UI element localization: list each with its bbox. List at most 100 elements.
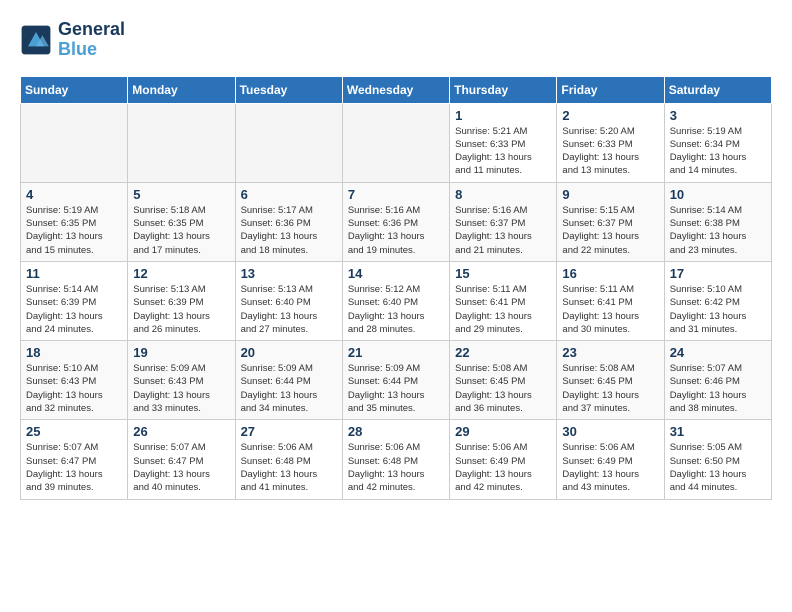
day-cell: 2 Sunrise: 5:20 AM Sunset: 6:33 PM Daylig… bbox=[557, 103, 664, 182]
day-info: Sunrise: 5:16 AM Sunset: 6:36 PM Dayligh… bbox=[348, 204, 444, 257]
day-number: 19 bbox=[133, 345, 229, 360]
day-cell bbox=[128, 103, 235, 182]
day-number: 2 bbox=[562, 108, 658, 123]
day-info: Sunrise: 5:17 AM Sunset: 6:36 PM Dayligh… bbox=[241, 204, 337, 257]
day-number: 1 bbox=[455, 108, 551, 123]
day-number: 8 bbox=[455, 187, 551, 202]
day-cell: 25 Sunrise: 5:07 AM Sunset: 6:47 PM Dayli… bbox=[21, 420, 128, 499]
day-cell: 1 Sunrise: 5:21 AM Sunset: 6:33 PM Daylig… bbox=[450, 103, 557, 182]
day-cell: 18Sunrise: 5:10 AM Sunset: 6:43 PM Dayli… bbox=[21, 341, 128, 420]
day-info: Sunrise: 5:13 AM Sunset: 6:40 PM Dayligh… bbox=[241, 283, 337, 336]
day-info: Sunrise: 5:21 AM Sunset: 6:33 PM Dayligh… bbox=[455, 125, 551, 178]
logo-text: General Blue bbox=[58, 20, 125, 60]
day-info: Sunrise: 5:08 AM Sunset: 6:45 PM Dayligh… bbox=[455, 362, 551, 415]
page-header: General Blue bbox=[20, 20, 772, 60]
day-number: 6 bbox=[241, 187, 337, 202]
day-cell: 13Sunrise: 5:13 AM Sunset: 6:40 PM Dayli… bbox=[235, 261, 342, 340]
week-row-3: 11 Sunrise: 5:14 AM Sunset: 6:39 PM Dayli… bbox=[21, 261, 772, 340]
day-number: 14 bbox=[348, 266, 444, 281]
day-info: Sunrise: 5:10 AM Sunset: 6:42 PM Dayligh… bbox=[670, 283, 766, 336]
week-row-4: 18Sunrise: 5:10 AM Sunset: 6:43 PM Dayli… bbox=[21, 341, 772, 420]
day-number: 31 bbox=[670, 424, 766, 439]
day-cell: 5 Sunrise: 5:18 AM Sunset: 6:35 PM Daylig… bbox=[128, 182, 235, 261]
day-cell: 4 Sunrise: 5:19 AM Sunset: 6:35 PM Daylig… bbox=[21, 182, 128, 261]
day-number: 10 bbox=[670, 187, 766, 202]
day-info: Sunrise: 5:12 AM Sunset: 6:40 PM Dayligh… bbox=[348, 283, 444, 336]
logo-icon bbox=[20, 24, 52, 56]
day-number: 20 bbox=[241, 345, 337, 360]
day-info: Sunrise: 5:09 AM Sunset: 6:44 PM Dayligh… bbox=[241, 362, 337, 415]
day-cell: 10 Sunrise: 5:14 AM Sunset: 6:38 PM Dayli… bbox=[664, 182, 771, 261]
day-info: Sunrise: 5:06 AM Sunset: 6:49 PM Dayligh… bbox=[455, 441, 551, 494]
day-number: 25 bbox=[26, 424, 122, 439]
day-info: Sunrise: 5:14 AM Sunset: 6:39 PM Dayligh… bbox=[26, 283, 122, 336]
day-cell: 14 Sunrise: 5:12 AM Sunset: 6:40 PM Dayli… bbox=[342, 261, 449, 340]
day-cell: 7 Sunrise: 5:16 AM Sunset: 6:36 PM Daylig… bbox=[342, 182, 449, 261]
day-cell: 29 Sunrise: 5:06 AM Sunset: 6:49 PM Dayli… bbox=[450, 420, 557, 499]
header-sunday: Sunday bbox=[21, 76, 128, 103]
day-info: Sunrise: 5:06 AM Sunset: 6:48 PM Dayligh… bbox=[241, 441, 337, 494]
day-info: Sunrise: 5:15 AM Sunset: 6:37 PM Dayligh… bbox=[562, 204, 658, 257]
day-info: Sunrise: 5:07 AM Sunset: 6:46 PM Dayligh… bbox=[670, 362, 766, 415]
header-tuesday: Tuesday bbox=[235, 76, 342, 103]
day-cell: 3Sunrise: 5:19 AM Sunset: 6:34 PM Daylig… bbox=[664, 103, 771, 182]
day-number: 22 bbox=[455, 345, 551, 360]
calendar-header-row: SundayMondayTuesdayWednesdayThursdayFrid… bbox=[21, 76, 772, 103]
day-cell: 6 Sunrise: 5:17 AM Sunset: 6:36 PM Daylig… bbox=[235, 182, 342, 261]
day-info: Sunrise: 5:05 AM Sunset: 6:50 PM Dayligh… bbox=[670, 441, 766, 494]
day-cell: 19 Sunrise: 5:09 AM Sunset: 6:43 PM Dayli… bbox=[128, 341, 235, 420]
day-cell: 30 Sunrise: 5:06 AM Sunset: 6:49 PM Dayli… bbox=[557, 420, 664, 499]
day-info: Sunrise: 5:14 AM Sunset: 6:38 PM Dayligh… bbox=[670, 204, 766, 257]
day-number: 18 bbox=[26, 345, 122, 360]
day-number: 5 bbox=[133, 187, 229, 202]
day-number: 29 bbox=[455, 424, 551, 439]
header-friday: Friday bbox=[557, 76, 664, 103]
day-number: 12 bbox=[133, 266, 229, 281]
day-cell: 20 Sunrise: 5:09 AM Sunset: 6:44 PM Dayli… bbox=[235, 341, 342, 420]
day-cell: 15Sunrise: 5:11 AM Sunset: 6:41 PM Dayli… bbox=[450, 261, 557, 340]
day-cell: 28 Sunrise: 5:06 AM Sunset: 6:48 PM Dayli… bbox=[342, 420, 449, 499]
day-number: 24 bbox=[670, 345, 766, 360]
week-row-1: 1 Sunrise: 5:21 AM Sunset: 6:33 PM Daylig… bbox=[21, 103, 772, 182]
logo: General Blue bbox=[20, 20, 125, 60]
day-number: 27 bbox=[241, 424, 337, 439]
day-info: Sunrise: 5:20 AM Sunset: 6:33 PM Dayligh… bbox=[562, 125, 658, 178]
day-cell: 23Sunrise: 5:08 AM Sunset: 6:45 PM Dayli… bbox=[557, 341, 664, 420]
day-info: Sunrise: 5:06 AM Sunset: 6:49 PM Dayligh… bbox=[562, 441, 658, 494]
day-number: 23 bbox=[562, 345, 658, 360]
day-cell: 17Sunrise: 5:10 AM Sunset: 6:42 PM Dayli… bbox=[664, 261, 771, 340]
day-number: 15 bbox=[455, 266, 551, 281]
day-number: 7 bbox=[348, 187, 444, 202]
day-number: 9 bbox=[562, 187, 658, 202]
day-cell: 16 Sunrise: 5:11 AM Sunset: 6:41 PM Dayli… bbox=[557, 261, 664, 340]
day-number: 26 bbox=[133, 424, 229, 439]
day-cell bbox=[21, 103, 128, 182]
day-number: 11 bbox=[26, 266, 122, 281]
day-info: Sunrise: 5:09 AM Sunset: 6:43 PM Dayligh… bbox=[133, 362, 229, 415]
day-number: 30 bbox=[562, 424, 658, 439]
day-cell bbox=[235, 103, 342, 182]
day-number: 4 bbox=[26, 187, 122, 202]
day-cell: 24 Sunrise: 5:07 AM Sunset: 6:46 PM Dayli… bbox=[664, 341, 771, 420]
day-info: Sunrise: 5:19 AM Sunset: 6:34 PM Dayligh… bbox=[670, 125, 766, 178]
header-saturday: Saturday bbox=[664, 76, 771, 103]
day-cell: 26Sunrise: 5:07 AM Sunset: 6:47 PM Dayli… bbox=[128, 420, 235, 499]
day-info: Sunrise: 5:07 AM Sunset: 6:47 PM Dayligh… bbox=[26, 441, 122, 494]
day-info: Sunrise: 5:13 AM Sunset: 6:39 PM Dayligh… bbox=[133, 283, 229, 336]
day-cell: 11 Sunrise: 5:14 AM Sunset: 6:39 PM Dayli… bbox=[21, 261, 128, 340]
day-number: 16 bbox=[562, 266, 658, 281]
day-cell: 9 Sunrise: 5:15 AM Sunset: 6:37 PM Daylig… bbox=[557, 182, 664, 261]
day-info: Sunrise: 5:06 AM Sunset: 6:48 PM Dayligh… bbox=[348, 441, 444, 494]
day-info: Sunrise: 5:11 AM Sunset: 6:41 PM Dayligh… bbox=[562, 283, 658, 336]
day-cell: 31 Sunrise: 5:05 AM Sunset: 6:50 PM Dayli… bbox=[664, 420, 771, 499]
day-cell: 8 Sunrise: 5:16 AM Sunset: 6:37 PM Daylig… bbox=[450, 182, 557, 261]
day-cell: 27 Sunrise: 5:06 AM Sunset: 6:48 PM Dayli… bbox=[235, 420, 342, 499]
header-monday: Monday bbox=[128, 76, 235, 103]
day-cell bbox=[342, 103, 449, 182]
day-info: Sunrise: 5:18 AM Sunset: 6:35 PM Dayligh… bbox=[133, 204, 229, 257]
day-info: Sunrise: 5:19 AM Sunset: 6:35 PM Dayligh… bbox=[26, 204, 122, 257]
header-wednesday: Wednesday bbox=[342, 76, 449, 103]
day-info: Sunrise: 5:16 AM Sunset: 6:37 PM Dayligh… bbox=[455, 204, 551, 257]
day-info: Sunrise: 5:09 AM Sunset: 6:44 PM Dayligh… bbox=[348, 362, 444, 415]
day-number: 28 bbox=[348, 424, 444, 439]
